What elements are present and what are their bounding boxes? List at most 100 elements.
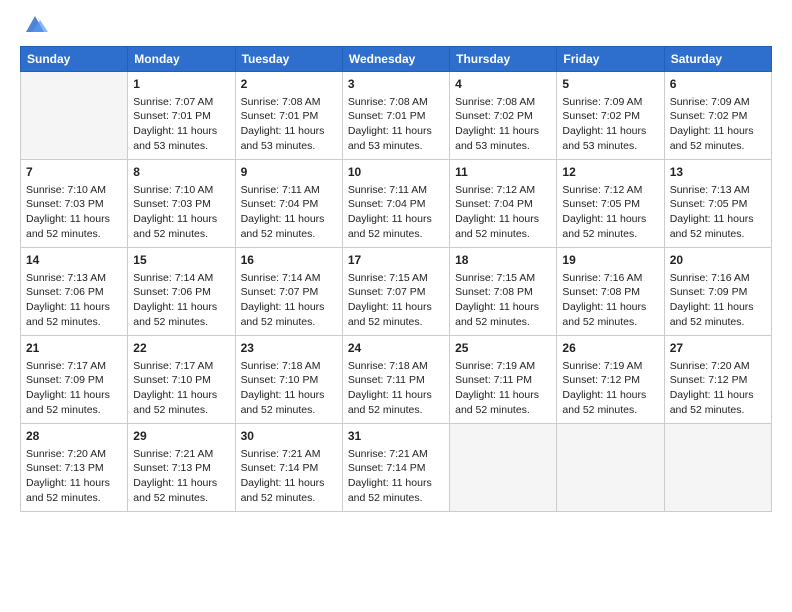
sunrise-text: Sunrise: 7:19 AM [455, 360, 535, 372]
daylight-text: Daylight: 11 hours and 52 minutes. [670, 301, 754, 328]
sunset-text: Sunset: 7:07 PM [348, 286, 426, 298]
sunrise-text: Sunrise: 7:17 AM [133, 360, 213, 372]
week-row: 7 Sunrise: 7:10 AM Sunset: 7:03 PM Daylight… [21, 160, 772, 248]
day-number: 1 [133, 76, 229, 93]
daylight-text: Daylight: 11 hours and 52 minutes. [348, 477, 432, 504]
day-number: 6 [670, 76, 766, 93]
calendar-cell: 2Sunrise: 7:08 AMSunset: 7:01 PMDaylight… [235, 72, 342, 160]
daylight-text: Daylight: 11 hours and 52 minutes. [133, 477, 217, 504]
header-cell-saturday: Saturday [664, 47, 771, 72]
sunrise-text: Sunrise: 7:09 AM [670, 96, 750, 108]
sunrise-text: Sunrise: 7:21 AM [348, 448, 428, 460]
sunset-text: Sunset: 7:14 PM [348, 462, 426, 474]
sunset-text: Sunset: 7:06 PM [133, 286, 211, 298]
day-number: 10 [348, 164, 444, 181]
sunrise-text: Sunrise: 7:08 AM [241, 96, 321, 108]
calendar-cell: 13Sunrise: 7:13 AMSunset: 7:05 PMDayligh… [664, 160, 771, 248]
logo [20, 18, 48, 36]
sunrise-text: Sunrise: 7:10 AM [26, 184, 106, 196]
daylight-text: Daylight: 11 hours and 52 minutes. [562, 301, 646, 328]
calendar-cell: 1Sunrise: 7:07 AMSunset: 7:01 PMDaylight… [128, 72, 235, 160]
daylight-text: Daylight: 11 hours and 53 minutes. [133, 125, 217, 152]
day-number: 23 [241, 340, 337, 357]
daylight-text: Daylight: 11 hours and 52 minutes. [133, 213, 217, 240]
calendar-cell: 19Sunrise: 7:16 AMSunset: 7:08 PMDayligh… [557, 248, 664, 336]
daylight-text: Daylight: 11 hours and 52 minutes. [241, 477, 325, 504]
day-number: 16 [241, 252, 337, 269]
day-number: 3 [348, 76, 444, 93]
calendar-body: 1Sunrise: 7:07 AMSunset: 7:01 PMDaylight… [21, 72, 772, 512]
sunrise-text: Sunrise: 7:20 AM [26, 448, 106, 460]
header-row: SundayMondayTuesdayWednesdayThursdayFrid… [21, 47, 772, 72]
sunset-text: Sunset: 7:13 PM [133, 462, 211, 474]
calendar-cell: 28Sunrise: 7:20 AMSunset: 7:13 PMDayligh… [21, 424, 128, 512]
sunset-text: Sunset: 7:01 PM [241, 110, 319, 122]
calendar-cell: 15Sunrise: 7:14 AMSunset: 7:06 PMDayligh… [128, 248, 235, 336]
day-number: 14 [26, 252, 122, 269]
day-number: 19 [562, 252, 658, 269]
daylight-text: Daylight: 11 hours and 52 minutes. [455, 213, 539, 240]
sunset-text: Sunset: 7:04 PM [241, 198, 319, 210]
daylight-text: Daylight: 11 hours and 52 minutes. [455, 301, 539, 328]
header-cell-sunday: Sunday [21, 47, 128, 72]
calendar-cell: 18Sunrise: 7:15 AMSunset: 7:08 PMDayligh… [450, 248, 557, 336]
logo-icon [22, 14, 48, 36]
sunrise-text: Sunrise: 7:18 AM [241, 360, 321, 372]
calendar-page: SundayMondayTuesdayWednesdayThursdayFrid… [0, 0, 792, 612]
sunrise-text: Sunrise: 7:19 AM [562, 360, 642, 372]
daylight-text: Daylight: 11 hours and 53 minutes. [562, 125, 646, 152]
header-cell-wednesday: Wednesday [342, 47, 449, 72]
day-number: 7 [26, 164, 122, 181]
sunset-text: Sunset: 7:05 PM [670, 198, 748, 210]
day-number: 25 [455, 340, 551, 357]
sunrise-text: Sunrise: 7:15 AM [455, 272, 535, 284]
sunrise-text: Sunrise: 7:21 AM [241, 448, 321, 460]
calendar-cell: 11Sunrise: 7:12 AMSunset: 7:04 PMDayligh… [450, 160, 557, 248]
calendar-cell: 6Sunrise: 7:09 AMSunset: 7:02 PMDaylight… [664, 72, 771, 160]
sunrise-text: Sunrise: 7:08 AM [348, 96, 428, 108]
sunrise-text: Sunrise: 7:12 AM [455, 184, 535, 196]
day-number: 13 [670, 164, 766, 181]
calendar-cell: 27Sunrise: 7:20 AMSunset: 7:12 PMDayligh… [664, 336, 771, 424]
daylight-text: Daylight: 11 hours and 52 minutes. [348, 389, 432, 416]
week-row: 28Sunrise: 7:20 AMSunset: 7:13 PMDayligh… [21, 424, 772, 512]
calendar-cell [664, 424, 771, 512]
sunset-text: Sunset: 7:11 PM [455, 374, 532, 386]
sunset-text: Sunset: 7:03 PM [133, 198, 211, 210]
sunrise-text: Sunrise: 7:16 AM [670, 272, 750, 284]
day-number: 12 [562, 164, 658, 181]
calendar-cell: 25Sunrise: 7:19 AMSunset: 7:11 PMDayligh… [450, 336, 557, 424]
day-number: 27 [670, 340, 766, 357]
week-row: 14Sunrise: 7:13 AMSunset: 7:06 PMDayligh… [21, 248, 772, 336]
calendar-cell: 10Sunrise: 7:11 AMSunset: 7:04 PMDayligh… [342, 160, 449, 248]
daylight-text: Daylight: 11 hours and 52 minutes. [26, 213, 110, 240]
daylight-text: Daylight: 11 hours and 52 minutes. [26, 301, 110, 328]
calendar-cell: 3Sunrise: 7:08 AMSunset: 7:01 PMDaylight… [342, 72, 449, 160]
calendar-cell: 24Sunrise: 7:18 AMSunset: 7:11 PMDayligh… [342, 336, 449, 424]
sunset-text: Sunset: 7:01 PM [133, 110, 211, 122]
sunset-text: Sunset: 7:08 PM [562, 286, 640, 298]
calendar-cell [557, 424, 664, 512]
sunset-text: Sunset: 7:09 PM [670, 286, 748, 298]
daylight-text: Daylight: 11 hours and 52 minutes. [241, 213, 325, 240]
sunrise-text: Sunrise: 7:14 AM [241, 272, 321, 284]
day-number: 9 [241, 164, 337, 181]
sunset-text: Sunset: 7:11 PM [348, 374, 425, 386]
header-cell-tuesday: Tuesday [235, 47, 342, 72]
calendar-table: SundayMondayTuesdayWednesdayThursdayFrid… [20, 46, 772, 512]
daylight-text: Daylight: 11 hours and 52 minutes. [241, 301, 325, 328]
daylight-text: Daylight: 11 hours and 52 minutes. [133, 301, 217, 328]
calendar-cell: 29Sunrise: 7:21 AMSunset: 7:13 PMDayligh… [128, 424, 235, 512]
sunrise-text: Sunrise: 7:12 AM [562, 184, 642, 196]
sunrise-text: Sunrise: 7:20 AM [670, 360, 750, 372]
daylight-text: Daylight: 11 hours and 52 minutes. [670, 389, 754, 416]
week-row: 1Sunrise: 7:07 AMSunset: 7:01 PMDaylight… [21, 72, 772, 160]
sunrise-text: Sunrise: 7:15 AM [348, 272, 428, 284]
calendar-cell [450, 424, 557, 512]
daylight-text: Daylight: 11 hours and 52 minutes. [348, 301, 432, 328]
sunset-text: Sunset: 7:02 PM [562, 110, 640, 122]
daylight-text: Daylight: 11 hours and 53 minutes. [241, 125, 325, 152]
day-number: 17 [348, 252, 444, 269]
sunrise-text: Sunrise: 7:09 AM [562, 96, 642, 108]
calendar-cell: 21Sunrise: 7:17 AMSunset: 7:09 PMDayligh… [21, 336, 128, 424]
